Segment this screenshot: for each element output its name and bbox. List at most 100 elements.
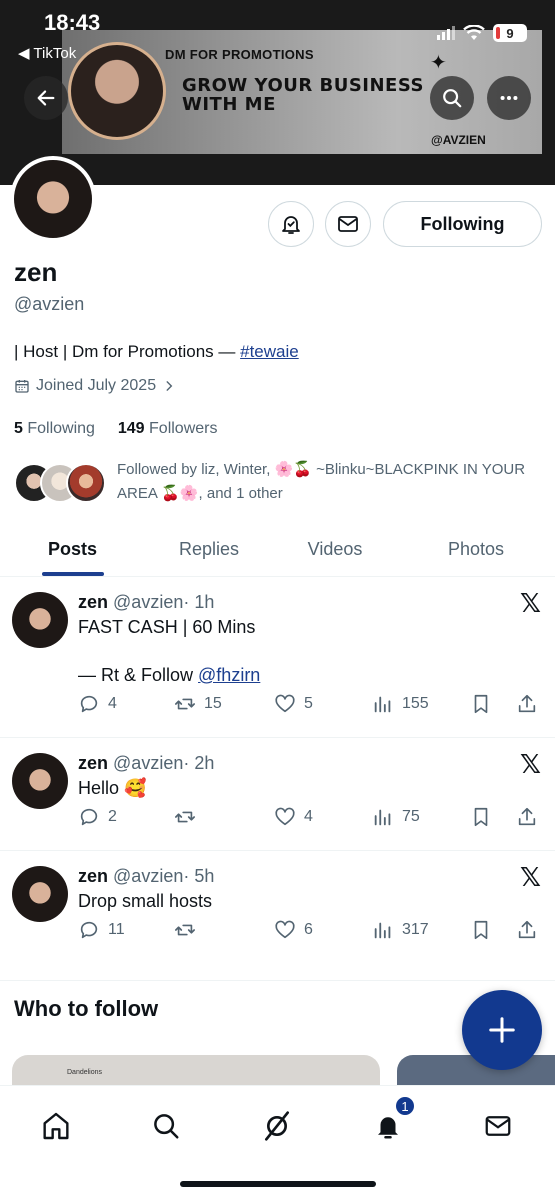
post-avatar[interactable] bbox=[12, 866, 68, 922]
repost-count: 15 bbox=[204, 695, 222, 712]
profile-banner: DM FOR PROMOTIONS GROW YOUR BUSINESS WIT… bbox=[0, 0, 555, 185]
nav-messages[interactable] bbox=[478, 1106, 518, 1146]
sparkle-icon: ✦ bbox=[430, 52, 447, 74]
post-time: · 2h bbox=[183, 753, 215, 773]
repost-button[interactable]: 15 bbox=[174, 693, 222, 715]
post-actions: 2 4 75 bbox=[78, 806, 544, 836]
compose-button[interactable] bbox=[462, 990, 542, 1070]
joined-date[interactable]: Joined July 2025 bbox=[14, 377, 176, 395]
post[interactable]: zen @avzien· 5h 𝕏 Drop small hosts 11 6 … bbox=[0, 852, 555, 964]
reply-button[interactable]: 2 bbox=[78, 806, 117, 828]
home-icon bbox=[43, 1112, 69, 1140]
post-header: zen @avzien· 2h bbox=[78, 753, 214, 774]
following-button[interactable]: Following bbox=[383, 201, 542, 247]
post-text: FAST CASH | 60 Mins — Rt & Follow @fhzir… bbox=[78, 615, 260, 687]
bio-hashtag-link[interactable]: #tewaie bbox=[240, 342, 299, 361]
views-chart-icon bbox=[374, 696, 391, 713]
profile-tabs: Posts Replies Videos Photos bbox=[0, 522, 555, 577]
search-icon bbox=[154, 1114, 179, 1139]
post-author-name[interactable]: zen bbox=[78, 592, 108, 612]
post-avatar[interactable] bbox=[12, 753, 68, 809]
more-button[interactable] bbox=[487, 76, 531, 120]
views-button[interactable]: 75 bbox=[372, 806, 420, 828]
followed-by-avatars[interactable] bbox=[14, 463, 106, 505]
tab-posts[interactable]: Posts bbox=[0, 522, 145, 576]
calendar-icon bbox=[15, 380, 29, 393]
views-count: 155 bbox=[402, 695, 429, 712]
like-count: 6 bbox=[304, 921, 313, 938]
post-text: Hello 🥰 bbox=[78, 778, 147, 798]
share-button[interactable] bbox=[516, 919, 538, 941]
chevron-right-icon bbox=[166, 381, 173, 391]
more-icon bbox=[500, 95, 518, 101]
share-button[interactable] bbox=[516, 806, 538, 828]
signal-icon bbox=[437, 26, 455, 40]
following-link[interactable]: 5 Following bbox=[14, 420, 95, 437]
nav-home[interactable] bbox=[36, 1106, 76, 1146]
repost-icon bbox=[175, 698, 195, 710]
like-count: 5 bbox=[304, 695, 313, 712]
nav-grok[interactable] bbox=[257, 1106, 297, 1146]
repost-icon bbox=[175, 924, 195, 936]
reply-icon bbox=[80, 695, 98, 713]
post[interactable]: zen @avzien· 2h 𝕏 Hello 🥰 2 4 75 bbox=[0, 739, 555, 851]
x-logo-icon: 𝕏 bbox=[520, 862, 541, 892]
reply-button[interactable]: 11 bbox=[78, 919, 125, 941]
post-header: zen @avzien· 5h bbox=[78, 866, 214, 887]
x-logo-icon: 𝕏 bbox=[520, 749, 541, 779]
like-button[interactable]: 6 bbox=[274, 919, 313, 941]
bookmark-button[interactable] bbox=[470, 919, 492, 941]
tab-replies[interactable]: Replies bbox=[145, 522, 273, 576]
reply-icon bbox=[80, 921, 98, 939]
bookmark-button[interactable] bbox=[470, 693, 492, 715]
views-button[interactable]: 155 bbox=[372, 693, 429, 715]
status-time: 18:43 bbox=[44, 10, 101, 35]
followers-link[interactable]: 149 Followers bbox=[118, 420, 218, 437]
notify-button[interactable] bbox=[268, 201, 314, 247]
back-to-app-link[interactable]: ◀ TikTok bbox=[18, 44, 76, 62]
repost-button[interactable] bbox=[174, 919, 204, 941]
display-name: zen bbox=[14, 257, 58, 287]
share-icon bbox=[518, 694, 536, 713]
like-button[interactable]: 5 bbox=[274, 693, 313, 715]
card-text: Dandelions bbox=[67, 1069, 103, 1076]
profile-avatar[interactable] bbox=[10, 156, 96, 242]
mail-icon bbox=[485, 1116, 511, 1136]
views-chart-icon bbox=[374, 922, 391, 939]
post-header: zen @avzien· 1h bbox=[78, 592, 214, 613]
post-avatar[interactable] bbox=[12, 592, 68, 648]
repost-icon bbox=[175, 811, 195, 823]
mention-link[interactable]: @fhzirn bbox=[198, 665, 260, 685]
tab-photos[interactable]: Photos bbox=[397, 522, 555, 576]
back-button[interactable] bbox=[24, 76, 68, 120]
views-button[interactable]: 317 bbox=[372, 919, 429, 941]
tab-videos[interactable]: Videos bbox=[273, 522, 397, 576]
post-author-name[interactable]: zen bbox=[78, 866, 108, 886]
plus-icon bbox=[489, 1017, 515, 1043]
avatar bbox=[66, 463, 106, 503]
share-icon bbox=[518, 807, 536, 826]
post[interactable]: zen @avzien· 1h 𝕏 FAST CASH | 60 Mins — … bbox=[0, 578, 555, 738]
nav-search[interactable] bbox=[146, 1106, 186, 1146]
post-actions: 4 15 5 155 bbox=[78, 693, 544, 723]
search-button[interactable] bbox=[430, 76, 474, 120]
banner-dm-text: DM FOR PROMOTIONS bbox=[165, 47, 314, 62]
share-button[interactable] bbox=[516, 693, 538, 715]
like-button[interactable]: 4 bbox=[274, 806, 313, 828]
message-button[interactable] bbox=[325, 201, 371, 247]
bookmark-button[interactable] bbox=[470, 806, 492, 828]
views-count: 75 bbox=[402, 808, 420, 825]
profile-bio: | Host | Dm for Promotions — #tewaie bbox=[14, 342, 299, 362]
reply-count: 2 bbox=[108, 808, 117, 825]
joined-text: Joined July 2025 bbox=[36, 377, 157, 394]
post-author-name[interactable]: zen bbox=[78, 753, 108, 773]
post-text: Drop small hosts bbox=[78, 891, 213, 911]
share-icon bbox=[518, 920, 536, 939]
followed-by-text[interactable]: Followed by liz, Winter, 🌸🍒 ~Blinku~BLAC… bbox=[117, 458, 537, 506]
post-text-line: — Rt & Follow @fhzirn bbox=[78, 665, 261, 685]
bookmark-icon bbox=[474, 920, 488, 940]
grok-icon bbox=[265, 1111, 289, 1141]
divider bbox=[0, 980, 555, 981]
repost-button[interactable] bbox=[174, 806, 204, 828]
reply-button[interactable]: 4 bbox=[78, 693, 117, 715]
